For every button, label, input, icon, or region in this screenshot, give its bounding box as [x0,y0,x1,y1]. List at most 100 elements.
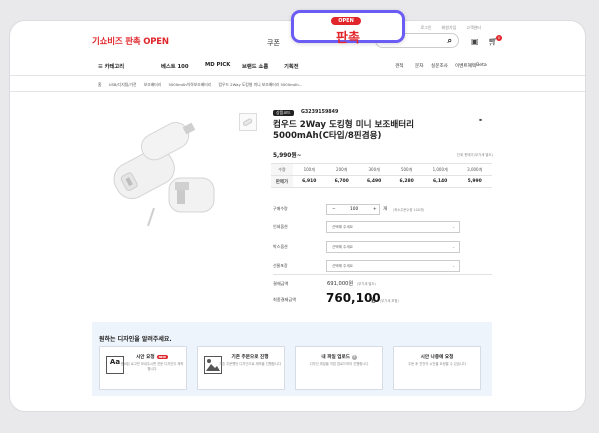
design-card-title-text: 시안 요청 [136,355,155,360]
nav-md-pick[interactable]: MD PICK [205,62,230,68]
breadcrumb-level-3[interactable]: 5000mAh이하보조배터리 [168,82,211,87]
box-option-value: 선택해 주세요 [332,245,353,249]
nav-divider [10,75,585,76]
qty-cell: 100개 [293,163,326,176]
design-card-desc: 준비된 로고만 보내주시면 전문 디자인이 제작합니다 [120,362,184,371]
subtotal-value: 691,000원 [327,281,354,287]
help-icon[interactable]: ? [351,355,357,360]
design-section-title: 원하는 디자인을 알려주세요. [99,336,172,343]
cart-count-badge: 0 [496,35,502,41]
nav-special[interactable]: 기획전 [284,62,299,70]
header-utility-links: 로그인 회원가입 고객센터 [420,25,481,31]
nav-survey[interactable]: 실문조사 [431,63,448,69]
design-card-desc: 디자인 파일을 직접 업로드하여 진행합니다 [309,362,369,366]
design-card-title: 내 파일 업로드 ? [296,354,382,360]
qty-cell: 1,000개 [422,163,458,176]
qty-cell: 3,000개 [457,163,492,176]
site-logo[interactable]: 기쇼비즈 판촉 OPEN [92,35,169,47]
print-option-select[interactable]: 선택해 주세요 ⌄ [326,221,460,233]
decrement-button[interactable]: − [332,207,336,212]
promo-title: 판촉 [336,31,360,46]
browser-window: 로그인 회원가입 고객센터 기쇼비즈 판촉 OPEN 쿠폰 ⌕ ▣ 🛒︎ 0 ☰… [9,20,586,412]
product-code-label: 상품코드 [273,110,294,116]
print-option-label: 인쇄옵션 [273,224,288,229]
my-page-icon[interactable]: ▣ [471,37,479,46]
quantity-label: 구매수량 [273,206,288,211]
product-price: 5,990원~ [273,153,302,159]
quantity-stepper[interactable]: − 100 + [326,204,380,215]
price-cell: 6,910 [293,175,326,188]
open-pill: OPEN [331,17,361,25]
breadcrumb: 홈 USB/디지털/가전 보조배터리 5000mAh이하보조배터리 컴우드 2W… [98,82,308,88]
customer-center-link[interactable]: 고객센터 [466,25,481,31]
open-promo-badge: OPEN 판촉 [291,10,405,46]
share-icon[interactable]: ⚭ [478,117,483,124]
options-divider [273,274,492,275]
product-main-image[interactable] [96,108,232,244]
design-card-desc: 기존 주문했던 디자인으로 제작을 진행합니다 [219,362,281,366]
category-menu-button[interactable]: ☰ 카테고리 [98,62,124,70]
total-label: 최종결제금액 [273,297,297,302]
total-currency: 원 [371,298,376,304]
total-note: (부가세 포함) [380,299,399,303]
category-label: 카테고리 [104,64,125,70]
price-cell: 6,280 [390,175,423,188]
design-card-upload[interactable]: 내 파일 업로드 ? 디자인 파일을 직접 업로드하여 진행합니다 [295,346,383,390]
qty-cell: 300개 [357,163,391,176]
gift-wrap-value: 선택해 주세요 [332,264,353,268]
search-icon[interactable]: ⌕ [448,36,452,46]
price-cell: 6,700 [325,175,358,188]
table-row: 수량 100개 200개 300개 500개 1,000개 3,000개 [271,163,492,176]
nav-best100[interactable]: 베스트 100 [161,62,189,70]
design-card-desc: 주문 후 천천히 시안을 요청할 수 있습니다 [408,362,466,366]
quantity-unit: 개 [383,207,388,212]
product-code: G3239159849 [301,110,339,115]
nav-events-label: 이벤트혜택 [455,64,477,69]
chevron-down-icon: ⌄ [451,225,455,229]
nav-sms[interactable]: 문자 [415,63,423,69]
breadcrumb-divider [10,91,585,92]
nav-events[interactable]: 이벤트혜택Beta [455,63,487,69]
design-card-later[interactable]: 시안 나중에 요청 주문 후 천천히 시안을 요청할 수 있습니다 [393,346,481,390]
price-cell: 6,490 [357,175,391,188]
gift-wrap-select[interactable]: 선택해 주세요 ⌄ [326,260,460,272]
box-option-label: 박스옵션 [273,244,288,249]
table-row-label: 수량 [271,163,293,176]
design-card-title: 기존 주문으로 진행 [231,355,269,360]
qty-cell: 200개 [325,163,358,176]
design-card-title: 시안 나중에 요청 [420,355,454,360]
quantity-input[interactable]: 100 [350,207,358,212]
beta-badge: Beta [476,63,487,68]
table-row: 판매가 6,910 6,700 6,490 6,280 6,140 5,990 [271,175,492,188]
min-order-note: (최소주문수량 100개) [393,208,425,212]
breadcrumb-current[interactable]: 컴우드 2Way 도킹형 미니 보조배터리 5000mAh... [219,82,303,87]
product-title: 컴우드 2Way 도킹형 미니 보조배터리 5000mAh(C타입/8핀겸용) [273,120,415,141]
coupon-link[interactable]: 쿠폰 [267,38,280,48]
breadcrumb-level-2[interactable]: 보조배터리 [144,82,161,87]
price-note: 단위 판매가(부가세 별도) [457,153,493,157]
qty-cell: 500개 [390,163,423,176]
gift-wrap-label: 선물포장 [273,263,288,268]
price-cell: 6,140 [422,175,458,188]
signup-link[interactable]: 회원가입 [442,25,457,31]
print-option-value: 선택해 주세요 [332,225,353,229]
nav-brand-showroom[interactable]: 브랜드 쇼룸 [242,62,268,70]
login-link[interactable]: 로그인 [420,25,431,31]
subtotal-label: 결제금액 [273,281,289,286]
nav-quote[interactable]: 견적 [395,63,403,69]
breadcrumb-home[interactable]: 홈 [98,82,102,87]
box-option-select[interactable]: 선택해 주세요 ⌄ [326,241,460,253]
design-card-title-text: 내 파일 업로드 [321,355,350,360]
subtotal-note: (부가세 별도) [357,282,376,286]
design-card-request[interactable]: Aa 시안 요청 NEW 준비된 로고만 보내주시면 전문 디자인이 제작합니다 [99,346,187,390]
design-card-title: 시안 요청 NEW [120,354,184,360]
quantity-price-table: 수량 100개 200개 300개 500개 1,000개 3,000개 판매가… [271,163,492,188]
table-row-label: 판매가 [271,175,293,188]
increment-button[interactable]: + [373,207,377,212]
breadcrumb-level-1[interactable]: USB/디지털/가전 [109,82,137,87]
design-card-reorder[interactable]: 기존 주문으로 진행 기존 주문했던 디자인으로 제작을 진행합니다 [197,346,285,390]
price-cell: 5,990 [457,175,492,188]
product-thumbnail[interactable] [239,113,257,131]
chevron-down-icon: ⌄ [451,264,455,268]
chevron-down-icon: ⌄ [451,245,455,249]
